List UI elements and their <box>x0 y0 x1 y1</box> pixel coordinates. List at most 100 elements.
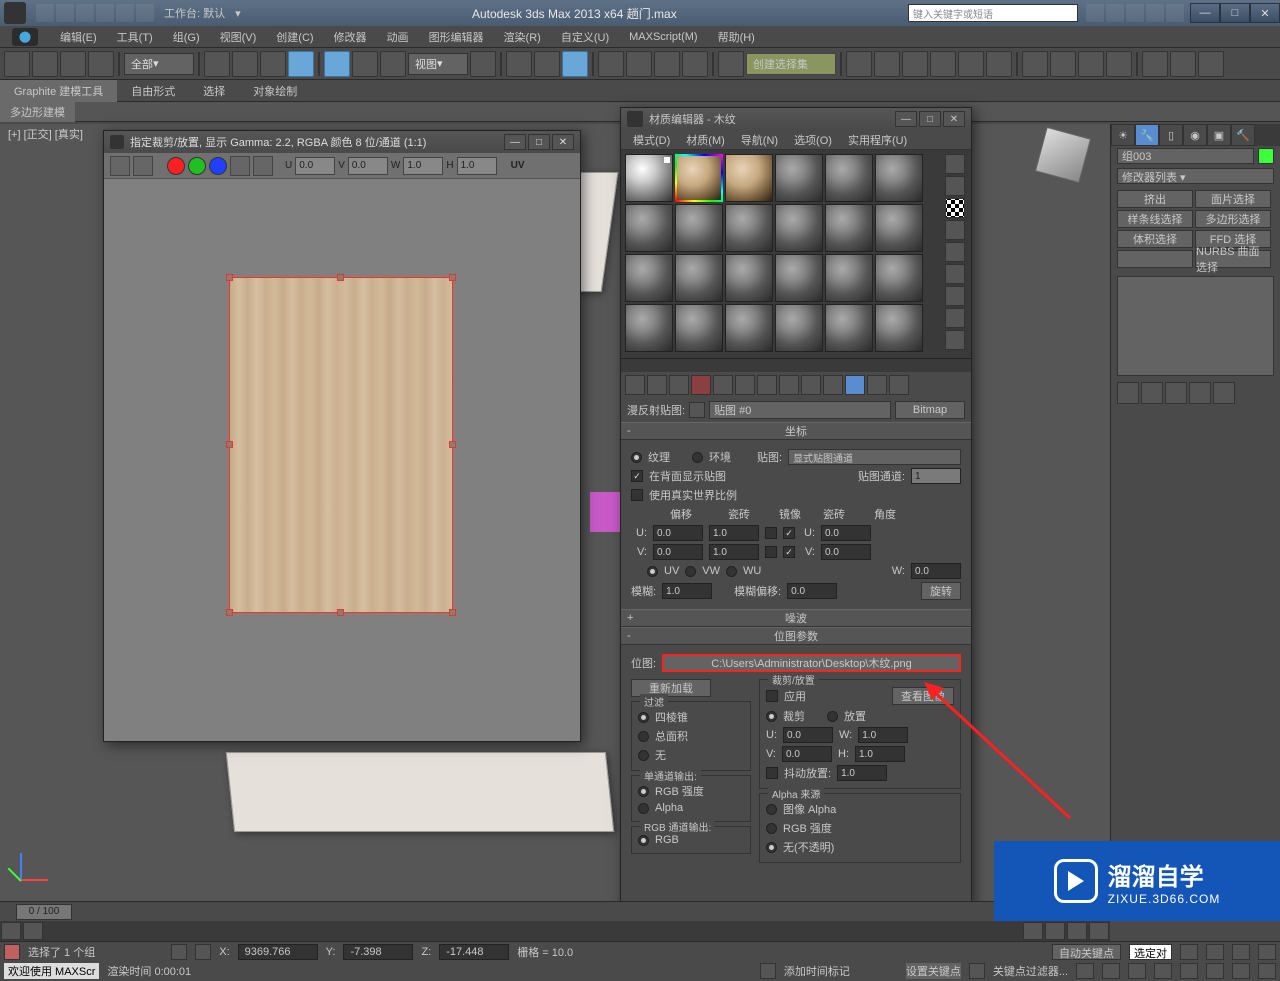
configure-sets-icon[interactable] <box>1213 382 1235 404</box>
bitmap-path-button[interactable]: C:\Users\Administrator\Desktop\木纹.png <box>662 654 961 672</box>
maximize-button[interactable]: □ <box>1220 3 1250 23</box>
crop-w-spinner[interactable]: 1.0 <box>858 727 908 743</box>
mapping-combo[interactable]: 显式贴图通道 <box>788 449 961 465</box>
mapchannel-spinner[interactable]: 1 <box>911 468 961 484</box>
material-slot[interactable] <box>625 254 673 302</box>
window-crossing-button[interactable] <box>288 51 314 77</box>
material-slot[interactable] <box>825 204 873 252</box>
red-channel-button[interactable] <box>167 157 185 175</box>
app-menu-button[interactable]: ⬤ <box>12 28 38 46</box>
material-map-nav-icon[interactable] <box>945 330 965 350</box>
menu-edit[interactable]: 编辑(E) <box>50 26 107 48</box>
slots-scrollbar[interactable] <box>621 358 971 372</box>
object-name-field[interactable]: 组003 <box>1117 148 1254 164</box>
matedit-maximize[interactable]: □ <box>919 111 941 127</box>
addtime-label[interactable]: 添加时间标记 <box>784 963 850 979</box>
signin-icon[interactable] <box>1106 4 1124 22</box>
uv-label[interactable]: UV <box>511 160 525 171</box>
backlight-icon[interactable] <box>945 176 965 196</box>
material-slot[interactable] <box>775 154 823 202</box>
empty-button[interactable] <box>1117 250 1193 268</box>
w-spinner[interactable]: 1.0 <box>403 157 443 175</box>
select-by-material-icon[interactable] <box>945 308 965 328</box>
teapot1-button[interactable] <box>1142 51 1168 77</box>
maxscript-listener[interactable]: 欢迎使用 MAXScr <box>4 963 99 979</box>
wood-texture-preview[interactable] <box>229 277 453 613</box>
matmenu-utilities[interactable]: 实用程序(U) <box>840 132 915 148</box>
u-tile-spinner[interactable]: 1.0 <box>709 525 759 541</box>
motion-tab-icon[interactable]: ◉ <box>1183 124 1207 146</box>
mirror-button[interactable] <box>846 51 872 77</box>
graphite-button[interactable] <box>930 51 956 77</box>
green-channel-button[interactable] <box>188 157 206 175</box>
save-image-icon[interactable] <box>110 156 130 176</box>
nav-icon[interactable] <box>1232 944 1250 960</box>
select-region-button[interactable] <box>260 51 286 77</box>
app-icon[interactable] <box>4 2 26 24</box>
options-icon[interactable] <box>945 286 965 306</box>
redo-button[interactable] <box>32 51 58 77</box>
u-angle-spinner[interactable]: 0.0 <box>821 525 871 541</box>
nurbs-button[interactable]: NURBS 曲面选择 <box>1195 250 1271 268</box>
matedit-titlebar[interactable]: 材质编辑器 - 木纹 — □ ✕ <box>621 108 971 130</box>
material-slot[interactable] <box>725 304 773 352</box>
tab-selection[interactable]: 选择 <box>189 80 239 102</box>
select-scale-button[interactable] <box>380 51 406 77</box>
workspace-selector[interactable]: 工作台: 默认 <box>164 5 225 21</box>
view-cube[interactable] <box>1040 132 1100 192</box>
time-slider-knob[interactable]: 0 / 100 <box>16 904 72 920</box>
v-offset-spinner[interactable]: 0.0 <box>653 544 703 560</box>
matedit-close[interactable]: ✕ <box>943 111 965 127</box>
jitter-spinner[interactable]: 1.0 <box>837 765 887 781</box>
material-slot[interactable] <box>825 304 873 352</box>
matmenu-options[interactable]: 选项(O) <box>786 132 840 148</box>
snap-toggle-button[interactable] <box>562 51 588 77</box>
material-id-icon[interactable] <box>779 375 799 395</box>
curve-editor-button[interactable] <box>958 51 984 77</box>
material-slot-2[interactable] <box>675 154 723 202</box>
align-button[interactable] <box>874 51 900 77</box>
trackbar-btn[interactable] <box>1067 922 1087 940</box>
material-slot[interactable] <box>625 204 673 252</box>
alpha-channel-button[interactable] <box>230 156 250 176</box>
texture-radio[interactable] <box>631 452 642 463</box>
matmenu-material[interactable]: 材质(M) <box>678 132 733 148</box>
vpnav-icon[interactable] <box>1102 963 1120 979</box>
subtab-polymodel[interactable]: 多边形建模 <box>0 102 75 122</box>
spinner-snap-button[interactable] <box>682 51 708 77</box>
background-icon[interactable] <box>945 198 965 218</box>
extrude-button[interactable]: 挤出 <box>1117 190 1193 208</box>
crop-canvas[interactable] <box>104 179 580 741</box>
help-icon[interactable] <box>1166 4 1184 22</box>
object-color-swatch[interactable] <box>1258 148 1274 164</box>
material-slot[interactable] <box>825 154 873 202</box>
facesel-button[interactable]: 面片选择 <box>1195 190 1271 208</box>
u-offset-spinner[interactable]: 0.0 <box>653 525 703 541</box>
pick-material-icon[interactable] <box>889 375 909 395</box>
keyfilters-icon[interactable] <box>969 963 985 979</box>
addtime-icon[interactable] <box>760 963 776 979</box>
display-tab-icon[interactable]: ▣ <box>1207 124 1231 146</box>
show-end-icon[interactable] <box>1141 382 1163 404</box>
rgbint2-radio[interactable] <box>766 823 777 834</box>
bluroff-spinner[interactable]: 0.0 <box>787 583 837 599</box>
sample-uv-icon[interactable] <box>945 220 965 240</box>
qat-undo-icon[interactable] <box>96 4 114 22</box>
show-map-icon[interactable] <box>801 375 821 395</box>
remove-mod-icon[interactable] <box>1189 382 1211 404</box>
layer-manager-button[interactable] <box>902 51 928 77</box>
help-search-input[interactable]: 键入关键字或短语 <box>908 4 1078 22</box>
put-to-scene-icon[interactable] <box>647 375 667 395</box>
volsel-button[interactable]: 体积选择 <box>1117 230 1193 248</box>
favorites-icon[interactable] <box>1146 4 1164 22</box>
make-copy-icon[interactable] <box>713 375 733 395</box>
material-slot[interactable] <box>775 204 823 252</box>
vpnav-icon[interactable] <box>1076 963 1094 979</box>
imgalpha-radio[interactable] <box>766 804 777 815</box>
select-manipulate-button[interactable] <box>506 51 532 77</box>
assign-to-sel-icon[interactable] <box>669 375 689 395</box>
pin-stack-icon[interactable] <box>1117 382 1139 404</box>
qat-save-icon[interactable] <box>76 4 94 22</box>
undo-button[interactable] <box>4 51 30 77</box>
menu-views[interactable]: 视图(V) <box>210 26 267 48</box>
